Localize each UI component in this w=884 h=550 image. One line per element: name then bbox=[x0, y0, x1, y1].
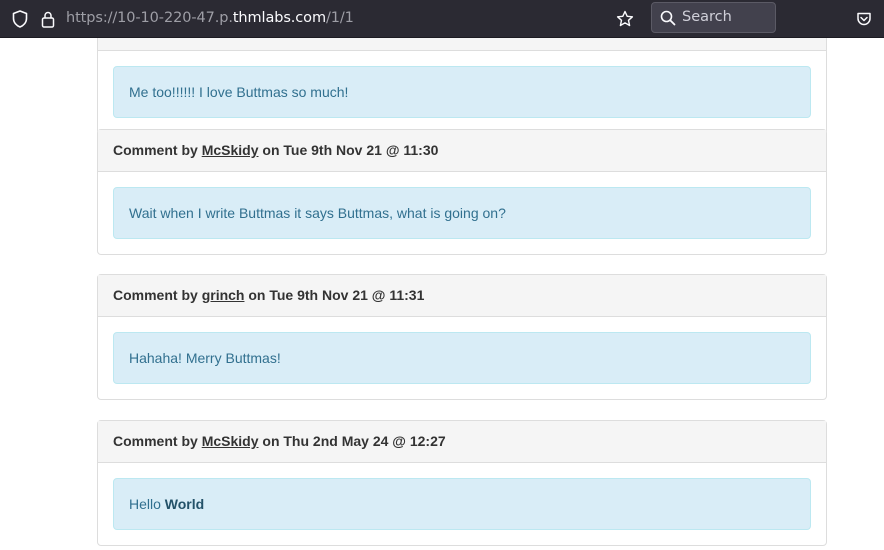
shield-icon[interactable] bbox=[10, 9, 30, 29]
comment-text: Hello World bbox=[113, 478, 811, 530]
comment-heading bbox=[98, 38, 826, 51]
comment-heading: Comment by grinch on Tue 9th Nov 21 @ 11… bbox=[98, 275, 826, 317]
url-bar[interactable]: https://10-10-220-47.p.thmlabs.com/1/1 bbox=[58, 4, 640, 34]
comment-label: Comment by bbox=[113, 287, 198, 303]
url-text[interactable]: https://10-10-220-47.p.thmlabs.com/1/1 bbox=[66, 10, 354, 26]
comment-body: Wait when I write Buttmas it says Buttma… bbox=[98, 172, 826, 254]
search-placeholder: Search bbox=[682, 9, 732, 25]
comment-body: Me too!!!!!! I love Buttmas so much! bbox=[98, 51, 826, 133]
pocket-icon[interactable] bbox=[854, 9, 874, 29]
comment-panel: Comment by McSkidy on Tue 9th Nov 21 @ 1… bbox=[97, 129, 827, 255]
search-input[interactable]: Search bbox=[651, 2, 776, 33]
comment-text: Hahaha! Merry Buttmas! bbox=[113, 332, 811, 384]
comment-heading: Comment by McSkidy on Thu 2nd May 24 @ 1… bbox=[98, 421, 826, 463]
comment-heading: Comment by McSkidy on Tue 9th Nov 21 @ 1… bbox=[98, 130, 826, 172]
lock-icon[interactable] bbox=[38, 9, 58, 29]
comment-label: Comment by bbox=[113, 433, 198, 449]
comment-text-bold: World bbox=[164, 496, 205, 512]
comment-date: on Thu 2nd May 24 @ 12:27 bbox=[262, 433, 446, 449]
comment-text-plain: Hello bbox=[129, 496, 161, 512]
star-icon[interactable] bbox=[615, 9, 635, 29]
comment-author-link[interactable]: grinch bbox=[202, 287, 245, 303]
comment-author-link[interactable]: McSkidy bbox=[202, 142, 259, 158]
comment-body: Hahaha! Merry Buttmas! bbox=[98, 317, 826, 399]
comments-page: Me too!!!!!! I love Buttmas so much! Com… bbox=[0, 38, 884, 550]
search-icon bbox=[658, 8, 678, 28]
comment-text: Wait when I write Buttmas it says Buttma… bbox=[113, 187, 811, 239]
comment-label: Comment by bbox=[113, 142, 198, 158]
comment-text: Me too!!!!!! I love Buttmas so much! bbox=[113, 66, 811, 118]
browser-toolbar: https://10-10-220-47.p.thmlabs.com/1/1 S… bbox=[0, 0, 884, 38]
comment-date: on Tue 9th Nov 21 @ 11:30 bbox=[262, 142, 439, 158]
comment-panel: Comment by McSkidy on Thu 2nd May 24 @ 1… bbox=[97, 420, 827, 546]
comment-panel: Comment by grinch on Tue 9th Nov 21 @ 11… bbox=[97, 274, 827, 400]
comment-date: on Tue 9th Nov 21 @ 11:31 bbox=[248, 287, 425, 303]
comment-panel: Me too!!!!!! I love Buttmas so much! bbox=[97, 38, 827, 134]
comment-body: Hello World bbox=[98, 463, 826, 545]
comment-author-link[interactable]: McSkidy bbox=[202, 433, 259, 449]
